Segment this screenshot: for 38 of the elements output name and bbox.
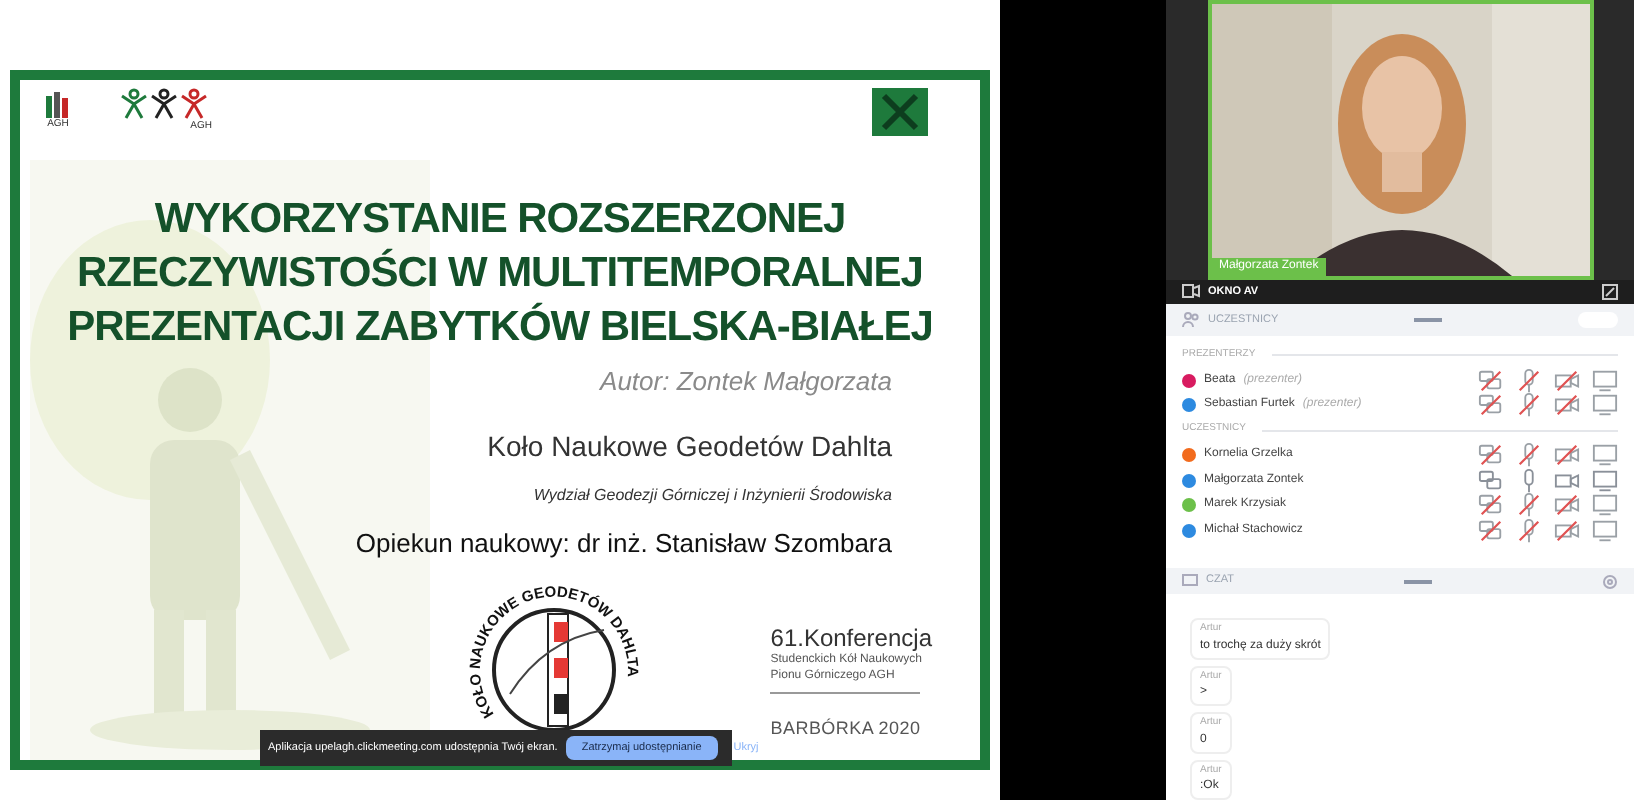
conference-text: 61.Konferencja [770, 626, 932, 652]
people-icon [1182, 311, 1200, 328]
camera-icon[interactable] [1554, 517, 1580, 544]
camera-icon[interactable] [1554, 441, 1580, 468]
screen-icon[interactable] [1592, 441, 1618, 468]
slide-title: PREZENTACJI ZABYTKÓW BIELSKA-BIAŁEJ [67, 300, 933, 354]
event-text: BARBÓRKA 2020 [770, 718, 921, 738]
microphone-icon[interactable] [1516, 441, 1542, 468]
chat-icon [1182, 574, 1198, 589]
speech-icon[interactable] [1478, 492, 1504, 519]
screen-icon[interactable] [1592, 367, 1618, 394]
faculty-text: Wydział Geodezji Górniczej i Inżynierii Środowiska [533, 483, 892, 507]
camera-icon [1182, 284, 1200, 299]
speech-icon[interactable] [1478, 392, 1504, 419]
microphone-icon[interactable] [1516, 492, 1542, 519]
figures-logo-icon [120, 88, 212, 120]
screen-icon[interactable] [1592, 492, 1618, 519]
slide-title: WYKORZYSTANIE ROZSZERZONEJ [154, 194, 846, 246]
speech-icon[interactable] [1478, 441, 1504, 468]
speech-icon[interactable] [1478, 367, 1504, 394]
speech-icon[interactable] [1478, 517, 1504, 544]
microphone-icon[interactable] [1516, 367, 1542, 394]
club-name: Koło Naukowe Geodetów Dahlta [487, 427, 892, 465]
author-text: Autor: Zontek Małgorzata [600, 364, 892, 400]
screen-icon[interactable] [1592, 467, 1618, 493]
screen-icon[interactable] [1592, 517, 1618, 544]
advisor-text: Opiekun naukowy: dr inż. Stanisław Szombara [355, 525, 892, 562]
camera-icon[interactable] [1554, 492, 1580, 519]
camera-icon[interactable] [1554, 367, 1580, 394]
screen-icon[interactable] [1592, 392, 1618, 419]
popout-icon[interactable] [1602, 283, 1618, 300]
slide-title: RZECZYWISTOŚCI W MULTITEMPORALNEJ [77, 246, 923, 300]
microphone-icon[interactable] [1516, 392, 1542, 419]
microphone-icon[interactable] [1516, 517, 1542, 544]
speech-icon[interactable] [1478, 467, 1504, 493]
camera-icon[interactable] [1554, 392, 1580, 419]
logo-icon [44, 90, 72, 118]
settings-icon[interactable] [1601, 573, 1618, 590]
